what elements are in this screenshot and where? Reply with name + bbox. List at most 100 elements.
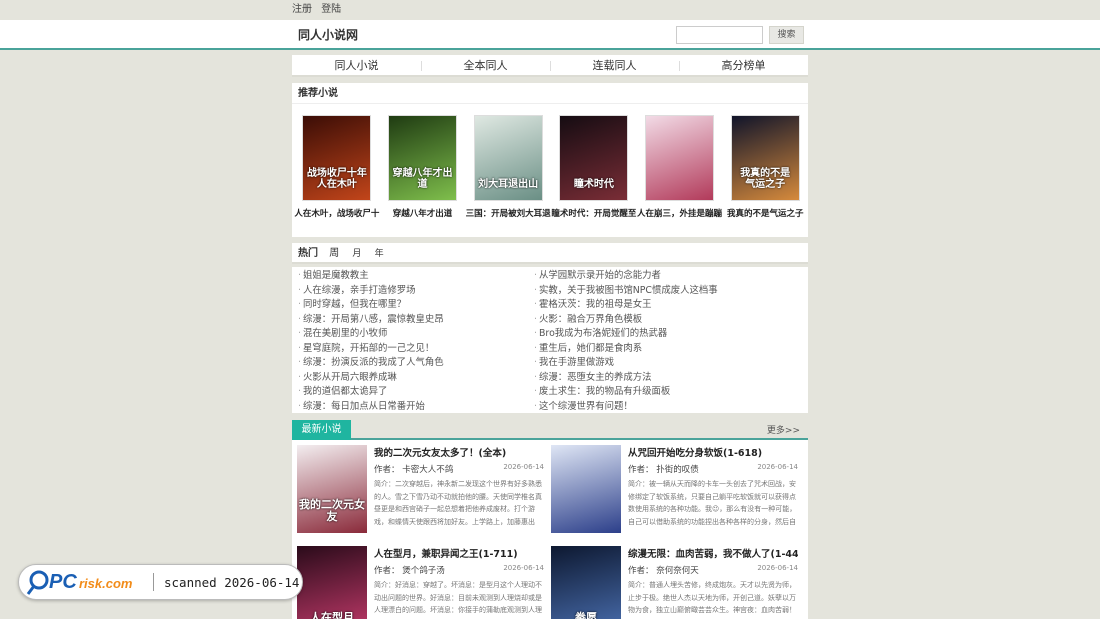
hot-list-item[interactable]: 综漫：扮演反派的我成了人气角色 [298,356,534,371]
recommend-item-title[interactable]: 三国：开局被刘大耳退 [465,207,551,219]
tab-month[interactable]: 月 [352,249,361,259]
book-meta: 作者： 扑街的叹债 2026-06-14 [628,463,798,475]
tab-year[interactable]: 年 [375,249,384,259]
pcrisk-watermark: PC risk.com scanned 2026-06-14 [18,564,303,600]
main-content: 同人小说 全本同人 连载同人 高分榜单 推荐小说 战场收尸十年 人在木叶人在木叶… [292,55,808,619]
book-info: 人在型月，兼职异闻之王(1-711) 作者： 煲个鸽子汤 2026-06-14 简介：… [374,546,544,619]
book-title[interactable]: 我的二次元女友太多了！(全本) [374,445,544,459]
more-link[interactable]: 更多>> [767,423,800,436]
recommend-item[interactable]: 战场收尸十年 人在木叶人在木叶，战场收尸十 [294,115,380,237]
hot-label: 热门 [298,248,318,259]
hot-list-item[interactable]: 我在手游里做游戏 [534,356,770,371]
recommend-item[interactable]: 瞳术时代瞳术时代：开局觉醒至 [551,115,637,237]
book-author: 作者： 扑街的叹债 [628,465,699,475]
book-cover-image[interactable] [645,115,715,201]
hot-list-item[interactable]: 我的道侣都太诡异了 [298,385,534,400]
recommend-item[interactable]: 穿越八年才出道 穿越八年才出道 [380,115,466,237]
book-cover-image[interactable]: 我真的不是 气运之子 [730,115,800,201]
nav-item-complete[interactable]: 全本同人 [421,55,550,75]
search-input[interactable] [676,26,763,44]
cover-title-art: 我真的不是 气运之子 [740,168,791,190]
hot-list-item[interactable]: 星穹庭院，开拓部的一己之见！ [298,342,534,357]
latest-book: 从咒回开始吃分身软饭(1-618) 作者： 扑街的叹债 2026-06-14 简介：被… [551,445,805,546]
cover-title-art: 战场收尸十年 人在木叶 [306,168,367,190]
book-cover-image[interactable] [551,445,621,533]
latest-book: 我的二次元女友 我的二次元女友太多了！(全本) 作者： 卡密大人不鸽 2026-06-… [297,445,551,546]
hot-list-right: 从学园默示录开始的念能力者实教，关于我被图书馆NPC惯成废人这档事霍格沃茨：我的… [534,269,770,412]
hot-list-item[interactable]: 实教，关于我被图书馆NPC惯成废人这档事 [534,284,770,299]
hot-list-item[interactable]: 综漫：每日加点从日常番开始 [298,400,534,415]
book-info: 综漫无限：血肉苦弱，我不做人了(1-440) 作者： 奈何奈何天 2026-06-1… [628,546,798,619]
nav-item-ranking[interactable]: 高分榜单 [679,55,808,75]
watermark-divider [153,573,154,591]
book-description: 简介：普通人埋头苦修，终成炮灰。天才以先贤为师，止步于极。绝世人杰以天地为师，开… [628,581,796,619]
book-info: 从咒回开始吃分身软饭(1-618) 作者： 扑街的叹债 2026-06-14 简介：被… [628,445,798,546]
hot-list: 姐姐是魔教教主人在综漫，亲手打造修罗场同时穿越，但我在哪里？综漫：开局第八感，震… [292,267,808,413]
recommend-item[interactable]: 刘大耳退出山三国：开局被刘大耳退 [465,115,551,237]
latest-book: 拳愿 综漫无限：血肉苦弱，我不做人了(1-440) 作者： 奈何奈何天 2026-06… [551,546,805,619]
pcrisk-logo: PC risk.com [19,564,149,600]
hot-list-item[interactable]: 综漫：恶堕女主的养成方法 [534,371,770,386]
hot-list-left: 姐姐是魔教教主人在综漫，亲手打造修罗场同时穿越，但我在哪里？综漫：开局第八感，震… [298,269,534,412]
main-nav: 同人小说 全本同人 连载同人 高分榜单 [292,55,808,77]
latest-header: 最新小说 更多>> [292,420,808,440]
book-description: 简介：被一辆从天而降的卡车一头创去了咒术回战，安修绑定了软饭系统，只要自己躺平吃… [628,480,797,526]
site-title[interactable]: 同人小说网 [298,26,358,43]
book-cover-image[interactable]: 刘大耳退出山 [473,115,543,201]
cover-title-art: 刘大耳退出山 [478,179,539,190]
hot-list-item[interactable]: 同时穿越，但我在哪里？ [298,298,534,313]
nav-item-serial[interactable]: 连载同人 [550,55,679,75]
book-meta: 作者： 煲个鸽子汤 2026-06-14 [374,564,544,576]
hot-list-item[interactable]: 姐姐是魔教教主 [298,269,534,284]
book-cover-image[interactable]: 穿越八年才出道 [388,115,457,201]
scan-date: scanned 2026-06-14 [164,574,300,590]
hot-list-item[interactable]: 混在美剧里的小牧师 [298,327,534,342]
hot-list-item[interactable]: 综漫：开局第八感，震惊教皇史昂 [298,313,534,328]
hot-list-item[interactable]: 人在综漫，亲手打造修罗场 [298,284,534,299]
site-header: 同人小说网 搜索 [0,20,1100,50]
recommend-item-title[interactable]: 人在崩三，外挂是蹦蹦 [637,207,723,219]
hot-list-item[interactable]: 霍格沃茨：我的祖母是女王 [534,298,770,313]
recommend-item-title[interactable]: 我真的不是气运之子 [722,207,808,219]
nav-item-tongren[interactable]: 同人小说 [292,55,421,75]
hot-list-item[interactable]: 重生后，她们都是食肉系 [534,342,770,357]
book-cover-image[interactable]: 我的二次元女友 [297,445,367,533]
recommend-item-title[interactable]: 瞳术时代：开局觉醒至 [551,207,637,219]
login-link[interactable]: 登陆 [321,4,341,15]
top-bar: 注册 登陆 [0,0,1100,20]
hot-list-item[interactable]: 火影从开局六眼养成琳 [298,371,534,386]
hot-list-item[interactable]: 废土求生：我的物品有升级面板 [534,385,770,400]
book-description: 简介：好消息：穿越了。坏消息：是型月这个人理动不动出问题的世界。好消息：目前未观… [374,581,542,619]
book-cover-image[interactable]: 瞳术时代 [559,115,629,201]
book-author: 作者： 卡密大人不鸽 [374,465,454,475]
latest-list: 我的二次元女友 我的二次元女友太多了！(全本) 作者： 卡密大人不鸽 2026-06-… [292,440,808,619]
recommend-title: 推荐小说 [292,83,808,104]
recommend-item-title[interactable]: 穿越八年才出道 [380,207,466,219]
hot-list-item[interactable]: 从学园默示录开始的念能力者 [534,269,770,284]
book-date: 2026-06-14 [503,564,544,572]
recommend-item[interactable]: 人在崩三，外挂是蹦蹦 [637,115,723,237]
book-cover-image[interactable]: 拳愿 [551,546,621,619]
book-title[interactable]: 综漫无限：血肉苦弱，我不做人了(1-440) [628,546,798,560]
tab-week[interactable]: 周 [329,248,339,259]
book-cover-image[interactable]: 人在型月 [297,546,367,619]
hot-list-item[interactable]: 这个综漫世界有问题！ [534,400,770,415]
recommend-list: 战场收尸十年 人在木叶 人在木叶，战场收尸十 穿越八年才出道 穿越八年才出道 刘大耳退出… [292,104,808,237]
hot-list-item[interactable]: Bro我成为布洛妮娅们的热武器 [534,327,770,342]
hot-list-item[interactable]: 火影：融合万界角色模板 [534,313,770,328]
svg-text:risk.com: risk.com [79,576,133,591]
book-description: 简介：二次穿越后，神永新二发现这个世界有好多熟悉的人。雪之下雪乃动不动就拍他的腰… [374,480,542,526]
latest-tab[interactable]: 最新小说 [292,420,351,440]
svg-text:PC: PC [49,571,77,593]
search-button[interactable]: 搜索 [769,26,804,44]
cover-title-art: 我的二次元女友 [299,498,365,523]
book-title[interactable]: 人在型月，兼职异闻之王(1-711) [374,546,544,560]
recommend-item[interactable]: 我真的不是 气运之子我真的不是气运之子 [722,115,808,237]
book-author: 作者： 煲个鸽子汤 [374,566,445,576]
book-cover-image[interactable]: 战场收尸十年 人在木叶 [302,115,372,201]
book-title[interactable]: 从咒回开始吃分身软饭(1-618) [628,445,798,459]
book-date: 2026-06-14 [503,463,544,471]
register-link[interactable]: 注册 [292,4,312,15]
book-date: 2026-06-14 [757,564,798,572]
recommend-item-title[interactable]: 人在木叶，战场收尸十 [294,207,380,219]
